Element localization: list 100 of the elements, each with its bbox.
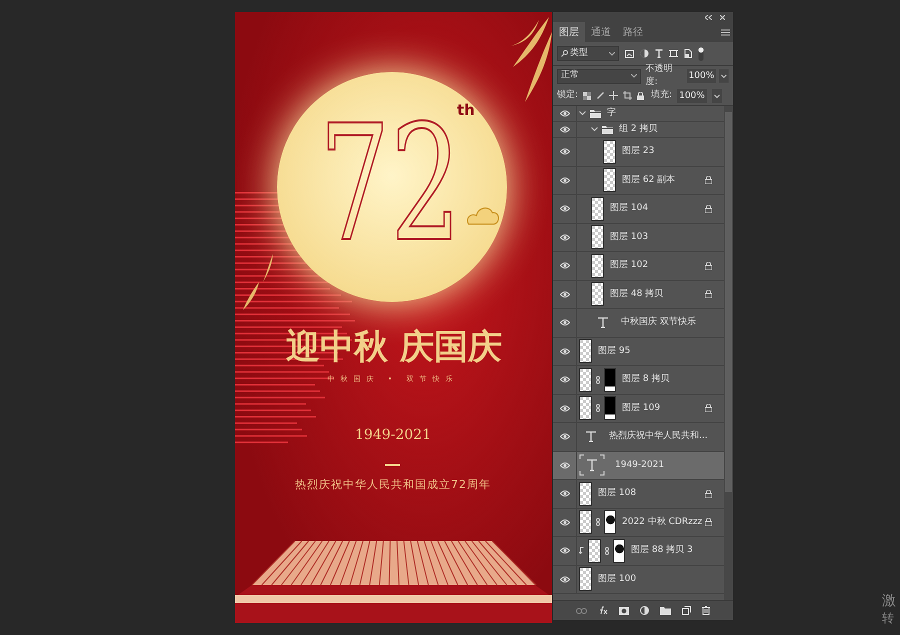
visibility-eye-icon[interactable] bbox=[560, 348, 570, 355]
layer-thumbnail bbox=[579, 396, 592, 420]
layer-row[interactable]: 图层 104 bbox=[553, 195, 724, 224]
mask-icon[interactable] bbox=[619, 606, 629, 614]
visibility-eye-icon[interactable] bbox=[560, 126, 570, 133]
visibility-eye-icon[interactable] bbox=[560, 110, 570, 117]
layer-row[interactable]: 图层 102 bbox=[553, 252, 724, 280]
opacity-label: 不透明度: bbox=[646, 62, 674, 89]
layer-row[interactable]: 图层 62 副本 bbox=[553, 166, 724, 195]
blend-mode-dropdown[interactable]: 正常 bbox=[557, 68, 641, 84]
layer-row[interactable]: 图层 23 bbox=[553, 138, 724, 166]
collapse-icon[interactable] bbox=[705, 14, 712, 20]
filter-dropdown[interactable]: 类型 bbox=[557, 46, 619, 61]
visibility-eye-icon[interactable] bbox=[560, 433, 570, 440]
visibility-eye-icon[interactable] bbox=[560, 262, 570, 270]
layer-row[interactable]: 图层 8 拷贝 bbox=[553, 366, 724, 394]
layer-row[interactable]: 2022 中秋 CDRzzz bbox=[553, 508, 724, 537]
layer-name: 图层 8 拷贝 bbox=[622, 373, 670, 386]
leaf-drawing bbox=[241, 252, 275, 312]
layer-thumbnail bbox=[579, 567, 592, 592]
scrollbar[interactable] bbox=[724, 106, 733, 600]
trash-icon[interactable] bbox=[702, 606, 710, 615]
layer-row[interactable]: 字 bbox=[553, 106, 724, 122]
poster-headline: 迎中秋 庆国庆 bbox=[285, 326, 503, 369]
image-filter-icon[interactable] bbox=[625, 50, 634, 58]
layer-name: 图层 88 拷贝 3 bbox=[631, 544, 693, 557]
visibility-eye-icon[interactable] bbox=[560, 518, 570, 526]
layer-name: 1949-2021 bbox=[615, 458, 664, 472]
expand-caret-icon[interactable] bbox=[591, 126, 598, 133]
layer-row[interactable]: 图层 108 bbox=[553, 480, 724, 508]
panel-tab[interactable]: 通道 bbox=[585, 22, 617, 42]
new-layer-icon[interactable] bbox=[682, 606, 691, 615]
visibility-eye-icon[interactable] bbox=[560, 176, 570, 184]
layer-thumbnail bbox=[603, 140, 616, 164]
adjustment-filter-icon[interactable] bbox=[640, 49, 649, 58]
layer-name: 图层 62 副本 bbox=[622, 174, 676, 186]
panel-tab[interactable]: 图层 bbox=[553, 22, 585, 42]
visibility-eye-icon[interactable] bbox=[560, 490, 570, 498]
layer-row[interactable]: 热烈庆祝中华人民共和... bbox=[553, 423, 724, 452]
layer-name: 热烈庆祝中华人民共和... bbox=[609, 430, 708, 443]
layer-name: 图层 102 bbox=[610, 259, 648, 272]
layer-name: 图层 103 bbox=[610, 230, 648, 244]
visibility-eye-icon[interactable] bbox=[560, 319, 570, 326]
fx-icon[interactable] bbox=[598, 606, 608, 615]
layer-name: 图层 95 bbox=[598, 344, 630, 358]
crop-lock-icon[interactable] bbox=[623, 91, 632, 100]
layer-row[interactable]: 图层 109 bbox=[553, 394, 724, 423]
chain-link-icon[interactable] bbox=[596, 376, 600, 384]
layer-thumbnail bbox=[603, 168, 616, 192]
dropdown-icon[interactable] bbox=[712, 88, 722, 102]
close-icon[interactable] bbox=[720, 14, 725, 20]
lock-icon[interactable] bbox=[637, 92, 644, 100]
layer-row[interactable]: 图层 48 拷贝 bbox=[553, 280, 724, 309]
visibility-eye-icon[interactable] bbox=[560, 376, 570, 384]
visibility-eye-icon[interactable] bbox=[560, 205, 570, 212]
layer-row[interactable]: 中秋国庆 双节快乐 bbox=[553, 309, 724, 338]
adjustment-icon[interactable] bbox=[640, 606, 649, 615]
layer-name: 图层 104 bbox=[610, 202, 648, 215]
layer-name: 2022 中秋 CDRzzz bbox=[622, 516, 702, 528]
chain-link-icon[interactable] bbox=[596, 404, 600, 412]
activation-text: 激 bbox=[882, 592, 896, 610]
move-lock-icon[interactable] bbox=[609, 91, 618, 100]
layer-row[interactable]: 图层 95 bbox=[553, 338, 724, 366]
text-filter-icon[interactable] bbox=[655, 49, 663, 58]
brush-lock-icon[interactable] bbox=[596, 92, 604, 100]
layer-thumbnail bbox=[591, 282, 604, 306]
chain-link-icon[interactable] bbox=[605, 546, 609, 555]
visibility-eye-icon[interactable] bbox=[560, 404, 570, 412]
visibility-eye-icon[interactable] bbox=[560, 576, 570, 583]
layer-thumbnail bbox=[579, 482, 592, 506]
layer-name: 图层 100 bbox=[598, 572, 636, 586]
folder-icon[interactable] bbox=[660, 606, 671, 614]
checker-lock-icon[interactable] bbox=[583, 92, 592, 100]
crop-filter-icon[interactable] bbox=[669, 49, 678, 58]
visibility-eye-icon[interactable] bbox=[560, 234, 570, 241]
menu-icon[interactable] bbox=[721, 29, 730, 36]
visibility-eye-icon[interactable] bbox=[560, 462, 570, 469]
divider-line bbox=[385, 464, 400, 466]
dropdown-icon[interactable] bbox=[719, 69, 729, 83]
poster-slogan: 热烈庆祝中华人民共和国成立72周年 bbox=[294, 477, 492, 493]
document-filter-icon[interactable] bbox=[684, 49, 692, 58]
fill-field[interactable]: 100% bbox=[677, 88, 707, 102]
visibility-eye-icon[interactable] bbox=[560, 290, 570, 298]
expand-caret-icon[interactable] bbox=[579, 110, 586, 117]
text-layer-icon bbox=[579, 454, 605, 476]
layer-row[interactable]: 图层 103 bbox=[553, 224, 724, 252]
layer-row[interactable]: 图层 88 拷贝 3 bbox=[553, 537, 724, 566]
poster-years: 1949-2021 bbox=[354, 426, 432, 445]
folder-icon bbox=[602, 126, 613, 134]
visibility-eye-icon[interactable] bbox=[560, 547, 570, 554]
filter-toggle[interactable] bbox=[698, 46, 704, 60]
layer-thumbnail bbox=[579, 339, 592, 364]
opacity-field[interactable]: 100% bbox=[686, 69, 716, 83]
layer-row[interactable]: 图层 100 bbox=[553, 566, 724, 594]
link-icon[interactable] bbox=[576, 608, 587, 614]
visibility-eye-icon[interactable] bbox=[560, 148, 570, 156]
panel-tab[interactable]: 路径 bbox=[617, 22, 649, 42]
layer-row[interactable]: 1949-2021 bbox=[553, 452, 724, 480]
chain-link-icon[interactable] bbox=[596, 518, 600, 526]
layer-row[interactable]: 组 2 拷贝 bbox=[553, 122, 724, 138]
